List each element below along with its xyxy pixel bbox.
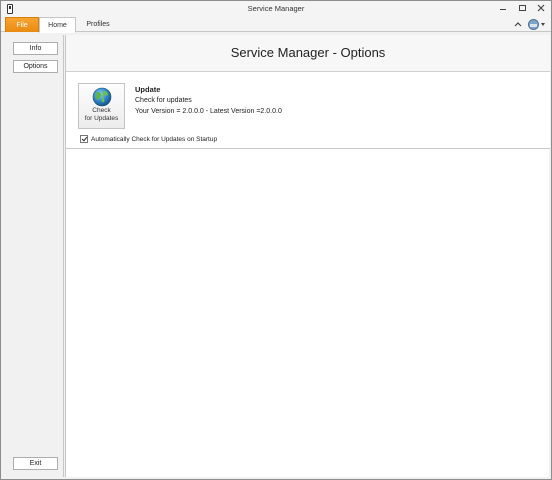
page-title: Service Manager - Options: [230, 45, 386, 60]
update-section: Check for Updates Update Check for updat…: [66, 72, 550, 149]
update-heading: Update: [135, 85, 161, 94]
version-text: Your Version = 2.0.0.0 - Latest Version …: [135, 108, 282, 115]
tab-home[interactable]: Home: [39, 17, 76, 33]
auto-check-option[interactable]: Automatically Check for Updates on Start…: [80, 134, 217, 144]
info-button[interactable]: Info: [13, 42, 58, 55]
auto-check-label: Automatically Check for Updates on Start…: [91, 135, 218, 143]
app-window: Service Manager File Home Profiles Info …: [0, 0, 552, 480]
maximize-button[interactable]: [515, 3, 529, 14]
update-subtitle: Check for updates: [135, 97, 192, 104]
check-for-updates-button[interactable]: Check for Updates: [78, 83, 125, 129]
ribbon-tabs: File Home Profiles: [1, 17, 551, 33]
maximize-icon: [518, 5, 526, 11]
title-bar: Service Manager: [1, 1, 551, 17]
close-button[interactable]: [534, 3, 548, 14]
check-button-label-line2: for Updates: [84, 115, 119, 122]
minimize-button[interactable]: [496, 3, 510, 14]
chevron-down-icon[interactable]: [541, 23, 545, 26]
theme-icon[interactable]: [528, 19, 539, 30]
globe-icon: [92, 87, 111, 107]
window-title: Service Manager: [247, 4, 305, 13]
collapse-ribbon-icon[interactable]: [513, 20, 523, 29]
options-button[interactable]: Options: [13, 60, 58, 73]
backstage-sidebar: Info Options Exit: [6, 35, 64, 477]
close-icon: [537, 4, 545, 12]
tab-file[interactable]: File: [5, 17, 39, 32]
minimize-icon: [500, 9, 506, 10]
exit-button[interactable]: Exit: [13, 457, 58, 470]
check-button-label-line1: Check: [92, 107, 111, 114]
tab-profiles[interactable]: Profiles: [78, 17, 118, 32]
options-panel: Service Manager - Options Check for Upda…: [65, 35, 550, 477]
page-header: Service Manager - Options: [66, 35, 550, 72]
auto-check-checkbox[interactable]: [80, 135, 88, 143]
